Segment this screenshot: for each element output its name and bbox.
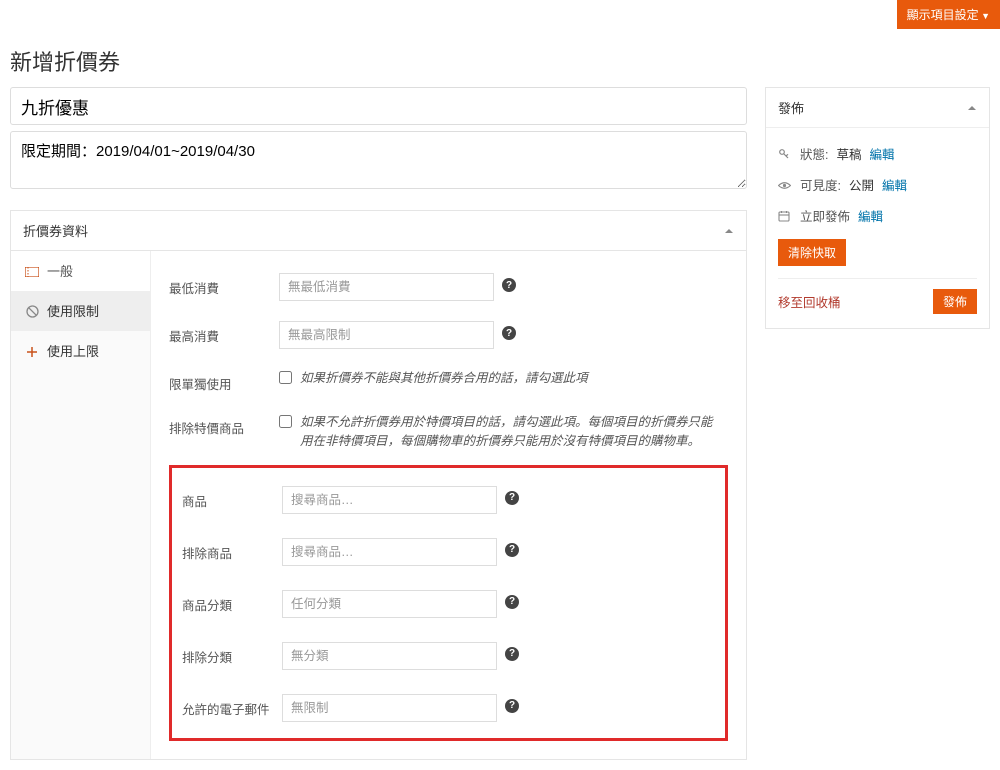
help-icon[interactable]: ? (505, 543, 519, 557)
help-icon[interactable]: ? (505, 647, 519, 661)
tab-label: 使用限制 (47, 301, 99, 320)
max-spend-label: 最高消費 (169, 321, 279, 345)
page-title: 新增折價券 (10, 45, 747, 77)
help-icon[interactable]: ? (502, 326, 516, 340)
key-icon (778, 147, 792, 161)
status-value: 草稿 (836, 144, 861, 163)
help-icon[interactable]: ? (505, 595, 519, 609)
exclude-sale-checkbox[interactable] (279, 415, 292, 428)
visibility-label: 可見度: (800, 175, 841, 194)
calendar-icon (778, 209, 792, 223)
edit-status-link[interactable]: 編輯 (870, 144, 895, 163)
publish-button[interactable]: 發佈 (933, 289, 977, 314)
help-icon[interactable]: ? (505, 699, 519, 713)
triangle-up-icon (724, 226, 734, 236)
tab-label: 使用上限 (47, 341, 99, 360)
ticket-icon (25, 263, 39, 278)
exclude-sale-hint: 如果不允許折價券用於特價項目的話，請勾選此項。每個項目的折價券只能用在非特價項目… (300, 413, 720, 451)
edit-visibility-link[interactable]: 編輯 (882, 175, 907, 194)
plus-icon (25, 343, 39, 358)
eye-icon (778, 178, 792, 192)
products-input[interactable] (282, 486, 497, 514)
panel-title: 折價券資料 (23, 221, 88, 240)
max-spend-input[interactable] (279, 321, 494, 349)
tab-usage-restriction[interactable]: 使用限制 (11, 291, 150, 331)
coupon-data-panel: 折價券資料 一般 (10, 210, 747, 760)
tab-general[interactable]: 一般 (11, 251, 150, 291)
triangle-up-icon (967, 103, 977, 113)
categories-input[interactable] (282, 590, 497, 618)
exclude-products-input[interactable] (282, 538, 497, 566)
min-spend-input[interactable] (279, 273, 494, 301)
individual-use-hint: 如果折價券不能與其他折價券合用的話，請勾選此項 (300, 369, 588, 388)
publish-collapse-toggle[interactable] (967, 101, 977, 115)
visibility-value: 公開 (849, 175, 874, 194)
publish-box: 發佈 狀態: 草稿 編輯 可見度: (765, 87, 990, 329)
exclude-categories-label: 排除分類 (182, 642, 282, 666)
panel-collapse-toggle[interactable] (724, 224, 734, 238)
exclude-categories-input[interactable] (282, 642, 497, 670)
schedule-label: 立即發佈 (800, 206, 850, 225)
individual-use-label: 限單獨使用 (169, 369, 279, 393)
min-spend-label: 最低消費 (169, 273, 279, 297)
publish-box-title: 發佈 (778, 98, 804, 117)
help-icon[interactable]: ? (505, 491, 519, 505)
tab-usage-limit[interactable]: 使用上限 (11, 331, 150, 371)
clear-cache-button[interactable]: 清除快取 (778, 239, 846, 266)
allowed-emails-input[interactable] (282, 694, 497, 722)
edit-schedule-link[interactable]: 編輯 (858, 206, 883, 225)
categories-label: 商品分類 (182, 590, 282, 614)
tab-label: 一般 (47, 261, 73, 280)
highlighted-fields-group: 商品 ? 排除商品 ? (169, 465, 728, 741)
exclude-sale-label: 排除特價商品 (169, 413, 279, 437)
coupon-title-input[interactable] (10, 87, 747, 125)
status-label: 狀態: (800, 144, 828, 163)
help-icon[interactable]: ? (502, 278, 516, 292)
exclude-products-label: 排除商品 (182, 538, 282, 562)
ban-icon (25, 303, 39, 318)
move-to-trash-link[interactable]: 移至回收桶 (778, 292, 841, 311)
display-settings-button[interactable]: 顯示項目設定 (897, 0, 1000, 29)
individual-use-checkbox[interactable] (279, 371, 292, 384)
coupon-description-textarea[interactable]: 限定期間：2019/04/01~2019/04/30 (10, 131, 747, 189)
allowed-emails-label: 允許的電子郵件 (182, 694, 282, 718)
products-label: 商品 (182, 486, 282, 510)
